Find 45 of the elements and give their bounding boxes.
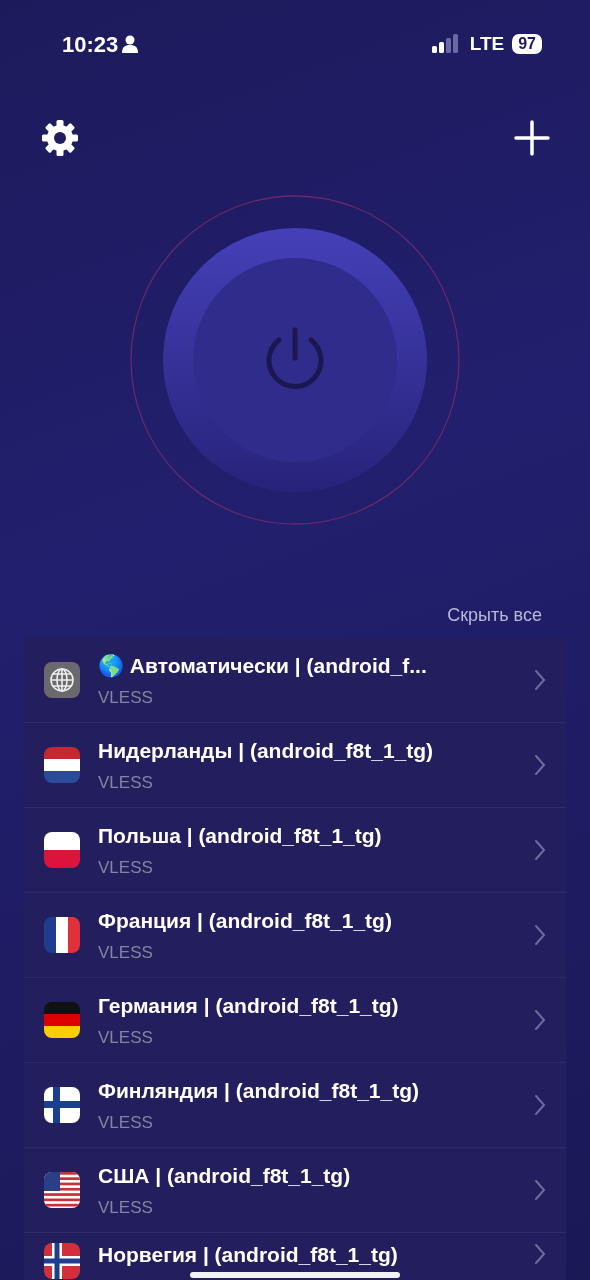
protocol-label: VLESS (98, 1027, 154, 1049)
chevron-icon (534, 1179, 546, 1201)
server-row[interactable]: США | (android_f8t_1_tg) VLESS (24, 1148, 566, 1233)
flag-icon (44, 747, 80, 783)
server-name: Франция | (android_f8t_1_tg) (98, 907, 393, 934)
server-row[interactable]: Германия | (android_f8t_1_tg) VLESS (24, 978, 566, 1063)
flag-icon (44, 832, 80, 868)
chevron-icon (534, 669, 546, 691)
hide-all-link[interactable]: Скрыть все (447, 600, 542, 630)
protocol-label: VLESS (98, 687, 154, 709)
server-row[interactable]: Нидерланды | (android_f8t_1_tg) VLESS (24, 723, 566, 808)
globe-icon (44, 662, 80, 698)
server-row[interactable]: Франция | (android_f8t_1_tg) VLESS (24, 893, 566, 978)
battery-level: 97 (512, 34, 542, 54)
server-name: Норвегия | (android_f8t_1_tg) (98, 1243, 399, 1267)
protocol-label: VLESS (98, 857, 154, 879)
settings-icon[interactable] (40, 118, 80, 158)
server-row[interactable]: Польша | (android_f8t_1_tg) VLESS (24, 808, 566, 893)
chevron-icon (534, 924, 546, 946)
status-time: 10:23 (62, 30, 119, 59)
server-name: США | (android_f8t_1_tg) (98, 1162, 352, 1189)
flag-icon (44, 1172, 80, 1208)
chevron-icon (534, 754, 546, 776)
flag-icon (44, 1002, 80, 1038)
protocol-label: VLESS (98, 1197, 154, 1219)
server-row[interactable]: Финляндия | (android_f8t_1_tg) VLESS (24, 1063, 566, 1148)
chevron-icon (534, 839, 546, 861)
person-icon (122, 35, 139, 53)
protocol-label: VLESS (98, 772, 154, 794)
add-icon[interactable] (514, 120, 550, 156)
protocol-label: VLESS (98, 1112, 154, 1134)
server-name: Польша | (android_f8t_1_tg) (98, 822, 383, 849)
chevron-icon (534, 1009, 546, 1031)
server-name: Германия | (android_f8t_1_tg) (98, 992, 400, 1019)
server-name: 🌎 Автоматически | (android_f... (98, 652, 428, 679)
flag-icon (44, 1243, 80, 1279)
network-label: LTE (469, 31, 505, 56)
server-name: Финляндия | (android_f8t_1_tg) (98, 1077, 421, 1104)
protocol-label: VLESS (98, 942, 154, 964)
server-name: Нидерланды | (android_f8t_1_tg) (98, 737, 435, 764)
server-row[interactable]: 🌎 Автоматически | (android_f... VLESS (24, 638, 566, 723)
flag-icon (44, 1087, 80, 1123)
flag-icon (44, 917, 80, 953)
chevron-icon (534, 1243, 546, 1265)
chevron-icon (534, 1094, 546, 1116)
